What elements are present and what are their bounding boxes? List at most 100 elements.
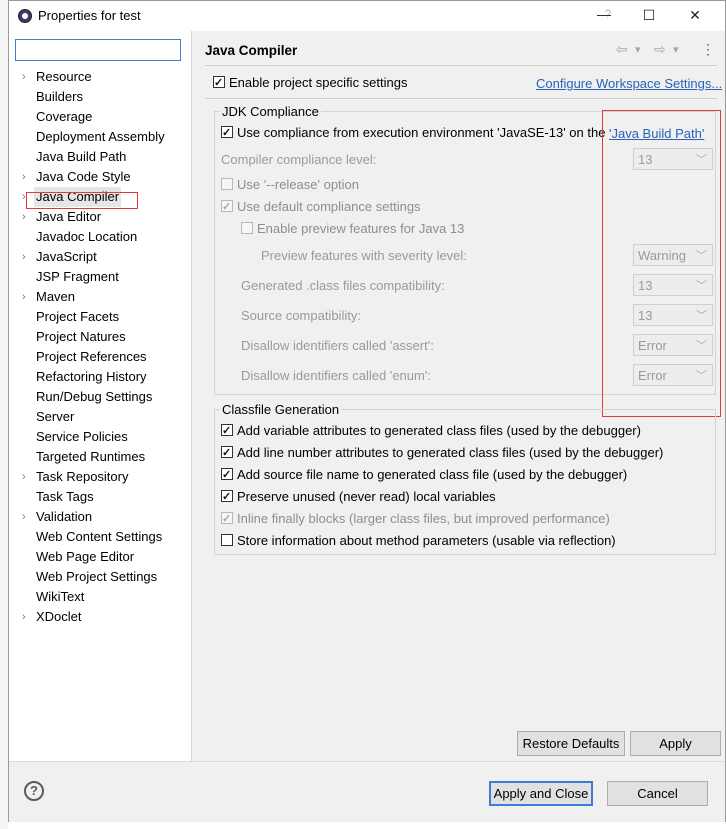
tree-item-label: XDoclet	[36, 609, 82, 624]
chevron-right-icon[interactable]: ›	[22, 467, 26, 487]
chevron-right-icon[interactable]: ›	[22, 607, 26, 627]
checkbox-box[interactable]	[221, 124, 233, 142]
tree-item[interactable]: Project Facets	[9, 307, 191, 327]
checkbox-box	[221, 510, 233, 528]
compliance-level-label: Compiler compliance level:	[221, 152, 377, 167]
restore-defaults-button[interactable]: Restore Defaults	[517, 731, 625, 756]
back-menu-icon[interactable]: ▾	[635, 43, 641, 56]
forward-menu-icon[interactable]: ▾	[673, 43, 679, 56]
tree-item-label: Task Tags	[36, 489, 94, 504]
apply-and-close-button[interactable]: Apply and Close	[489, 781, 593, 806]
tree-item[interactable]: Web Content Settings	[9, 527, 191, 547]
tree-item-label: Service Policies	[36, 429, 128, 444]
chevron-right-icon[interactable]: ›	[22, 247, 26, 267]
configure-workspace-link[interactable]: Configure Workspace Settings...	[536, 76, 722, 91]
chevron-right-icon[interactable]: ›	[22, 167, 26, 187]
page-title: Java Compiler	[205, 43, 298, 58]
chevron-right-icon[interactable]: ›	[22, 207, 26, 227]
tree-item[interactable]: Task Tags	[9, 487, 191, 507]
tree-item[interactable]: Javadoc Location	[9, 227, 191, 247]
checkbox-box	[221, 178, 233, 190]
checkbox-box[interactable]	[221, 444, 233, 462]
tree-item[interactable]: Project References	[9, 347, 191, 367]
jdk-compliance-title: JDK Compliance	[220, 104, 321, 119]
classfile-generation-title: Classfile Generation	[220, 402, 342, 417]
tree-item-label: Project Facets	[36, 309, 120, 324]
tree-item-label: Coverage	[36, 109, 93, 124]
tree-item-label: Java Editor	[36, 209, 102, 224]
tree-item-label: WikiText	[36, 589, 85, 604]
tree-item-label: Refactoring History	[36, 369, 147, 384]
tree-item[interactable]: Web Project Settings	[9, 567, 191, 587]
forward-arrow-icon[interactable]: ⇨	[654, 41, 666, 58]
tree-item[interactable]: › JavaScript	[9, 247, 191, 267]
back-arrow-icon[interactable]: ⇦	[616, 41, 628, 58]
annotation-red-box-tree	[26, 192, 138, 209]
minimize-button[interactable]: —	[595, 6, 613, 24]
property-page-tree: › Resource Builders Coverage Deployment Asse…	[9, 67, 191, 627]
tree-item-label: JavaScript	[36, 249, 97, 264]
maximize-button[interactable]: ☐	[640, 7, 658, 25]
tree-item[interactable]: Web Page Editor	[9, 547, 191, 567]
tree-item-label: Builders	[36, 89, 83, 104]
tree-item[interactable]: › Task Repository	[9, 467, 191, 487]
tree-item-label: Java Code Style	[36, 169, 131, 184]
tree-item[interactable]: › Validation	[9, 507, 191, 527]
checkbox-box[interactable]	[221, 534, 233, 546]
tree-item-label: Server	[36, 409, 75, 424]
enum-label: Disallow identifiers called 'enum':	[241, 368, 431, 383]
title-separator	[205, 65, 717, 66]
tree-item-label: Validation	[36, 509, 93, 524]
apply-button[interactable]: Apply	[630, 731, 721, 756]
tree-item[interactable]: Project Natures	[9, 327, 191, 347]
tree-item[interactable]: Server	[9, 407, 191, 427]
tree-item[interactable]: Refactoring History	[9, 367, 191, 387]
tree-item[interactable]: WikiText	[9, 587, 191, 607]
tree-item[interactable]: › XDoclet	[9, 607, 191, 627]
tree-item[interactable]: › Maven	[9, 287, 191, 307]
tree-item-label: Run/Debug Settings	[36, 389, 153, 404]
tree-item[interactable]: Targeted Runtimes	[9, 447, 191, 467]
tree-item[interactable]: › Java Code Style	[9, 167, 191, 187]
tree-item[interactable]: Coverage	[9, 107, 191, 127]
tree-item[interactable]: Service Policies	[9, 427, 191, 447]
tree-item[interactable]: › Resource	[9, 67, 191, 87]
filter-input[interactable]	[15, 39, 181, 61]
tree-item-label: Java Build Path	[36, 149, 127, 164]
chevron-right-icon[interactable]: ›	[22, 67, 26, 87]
dialog-footer: ? Apply and Close Cancel	[9, 761, 725, 822]
tree-item[interactable]: Run/Debug Settings	[9, 387, 191, 407]
java-compiler-page: Java Compiler ⇦ ▾ ⇨ ▾ ⋮ Enable project s…	[192, 31, 725, 761]
checkbox-box[interactable]	[221, 488, 233, 506]
more-options-icon[interactable]: ⋮	[701, 41, 715, 58]
tree-item[interactable]: Deployment Assembly	[9, 127, 191, 147]
checkbox-box	[221, 198, 233, 216]
section-separator	[205, 98, 717, 99]
close-button[interactable]: ✕	[686, 7, 704, 25]
tree-item-label: Web Page Editor	[36, 549, 135, 564]
tree-item-label: Task Repository	[36, 469, 129, 484]
title-bar: Properties for test ? — ☐ ✕	[9, 1, 725, 31]
tree-item-label: Web Content Settings	[36, 529, 163, 544]
tree-item-label: JSP Fragment	[36, 269, 119, 284]
chevron-right-icon[interactable]: ›	[22, 507, 26, 527]
tree-item-label: Maven	[36, 289, 76, 304]
help-icon[interactable]: ?	[24, 781, 44, 801]
properties-dialog: Properties for test ? — ☐ ✕ › Resource Bui…	[8, 0, 726, 822]
tree-item-label: Deployment Assembly	[36, 129, 165, 144]
source-compat-label: Source compatibility:	[241, 308, 361, 323]
checkbox-box[interactable]	[221, 466, 233, 484]
tree-item[interactable]: JSP Fragment	[9, 267, 191, 287]
window-title: Properties for test	[38, 8, 141, 23]
tree-item[interactable]: Java Build Path	[9, 147, 191, 167]
cancel-button[interactable]: Cancel	[607, 781, 708, 806]
chevron-right-icon[interactable]: ›	[22, 287, 26, 307]
background-editor-strip	[0, 0, 8, 829]
tree-item-label: Project References	[36, 349, 147, 364]
tree-item[interactable]: Builders	[9, 87, 191, 107]
assert-label: Disallow identifiers called 'assert':	[241, 338, 434, 353]
checkbox-box	[241, 222, 253, 234]
checkbox-box[interactable]	[221, 422, 233, 440]
checkbox-box[interactable]	[213, 74, 225, 92]
tree-item[interactable]: › Java Editor	[9, 207, 191, 227]
